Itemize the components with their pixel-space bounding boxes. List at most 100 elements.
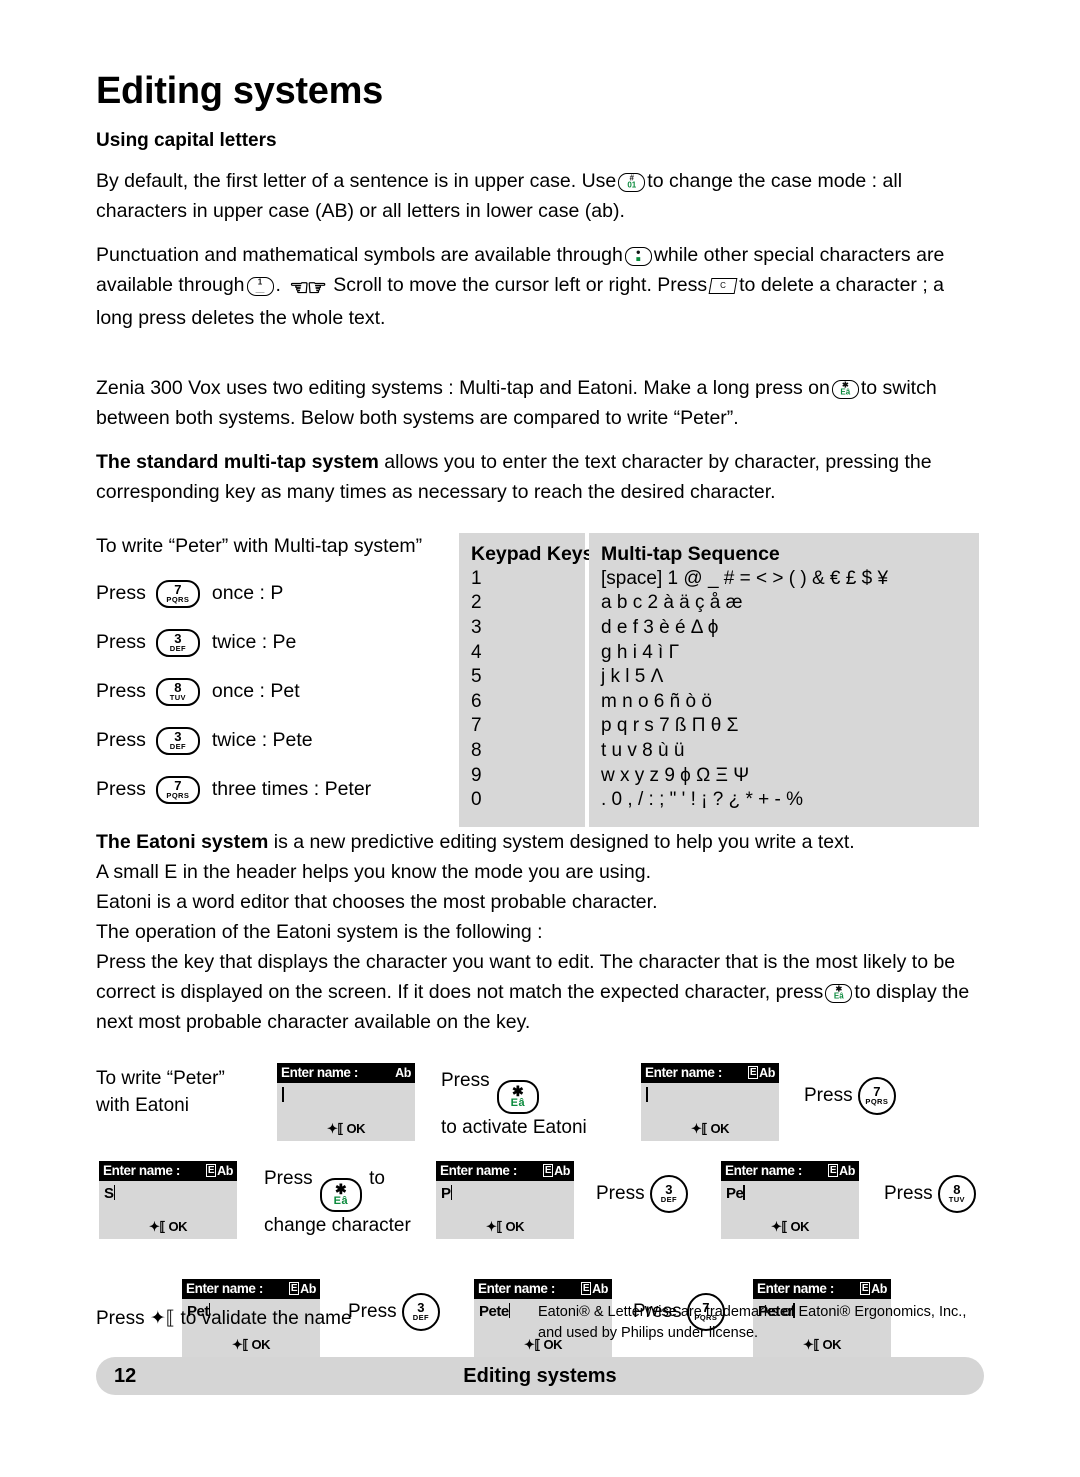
softkey-label: OK bbox=[710, 1120, 729, 1136]
eatoni-action-press-8: Press 8 TUV bbox=[884, 1174, 976, 1213]
section-subheading: Using capital letters bbox=[96, 129, 277, 151]
eatoni-action-change-char: Press ✱ Eâ to change character bbox=[264, 1165, 444, 1240]
softkey-ok[interactable]: ✦⟦ OK bbox=[277, 1121, 415, 1137]
softkey-ok[interactable]: ✦⟦ OK bbox=[436, 1219, 574, 1235]
keypad-key-8[interactable]: 8 TUV bbox=[937, 1174, 976, 1213]
keypad-key-7[interactable]: 7 PQRS bbox=[155, 579, 200, 608]
softkey-ok[interactable]: ✦⟦ OK bbox=[641, 1121, 779, 1137]
eatoni-intro-line1: To write “Peter” bbox=[96, 1067, 225, 1089]
text-caret bbox=[282, 1086, 284, 1102]
footer-section-title: Editing systems bbox=[463, 1364, 617, 1387]
eatoni-glyph: Eâ bbox=[333, 1194, 349, 1207]
table-cell-key: 3 bbox=[471, 617, 482, 639]
multitap-step: Press 3 DEF twice : Pete bbox=[96, 726, 451, 755]
table-cell-sequence: . 0 , / : ; " ' ! ¡ ? ¿ * + - % bbox=[601, 789, 804, 811]
table-cell-sequence: p q r s 7 ß Π θ Σ bbox=[601, 715, 739, 737]
key-letters: PQRS bbox=[166, 790, 190, 800]
screen-body: ✦⟦ OK bbox=[641, 1083, 779, 1141]
screen-header: Enter name : E Ab bbox=[474, 1278, 612, 1299]
paragraph-word-editor: Eatoni is a word editor that chooses the… bbox=[96, 890, 658, 913]
press-label: Press bbox=[441, 1070, 490, 1092]
eatoni-glyph: Eâ bbox=[510, 1096, 526, 1109]
eatoni-badge: E bbox=[542, 1164, 554, 1178]
trademark-line1: Eatoni® & LetterWise are trademarks of E… bbox=[538, 1304, 967, 1320]
keypad-key-8[interactable]: 8 TUV bbox=[155, 677, 200, 706]
star-eatoni-key-button[interactable]: ✱ Eâ bbox=[319, 1178, 362, 1213]
table-cell-key: 8 bbox=[471, 740, 482, 762]
typed-value: Pe bbox=[726, 1184, 744, 1202]
softkey-label: OK bbox=[251, 1336, 270, 1352]
screen-title: Enter name : bbox=[440, 1163, 517, 1179]
keypad-key-7[interactable]: 7 PQRS bbox=[155, 775, 200, 804]
paragraph-text: Scroll to move the cursor left or right.… bbox=[333, 273, 708, 296]
star-eatoni-key-inline-icon: ✱ Eâ bbox=[831, 379, 859, 399]
multitap-table: Keypad Keys 1 2 3 4 5 6 7 8 9 0 Multi-ta… bbox=[459, 532, 979, 827]
asterisk-glyph: ✱ bbox=[511, 1082, 524, 1099]
phone-screen: Enter name : E Ab Pe ✦⟦ OK bbox=[721, 1160, 859, 1239]
paragraph-text: Zenia 300 Vox uses two editing systems :… bbox=[96, 376, 830, 399]
table-cell-key: 4 bbox=[471, 641, 482, 663]
screen-title: Enter name : bbox=[478, 1281, 555, 1297]
press-label: Press bbox=[96, 582, 146, 605]
keypad-key-3[interactable]: 3 DEF bbox=[155, 628, 200, 657]
mode-indicator: Ab bbox=[395, 1066, 411, 1080]
eatoni-intro: To write “Peter” with Eatoni bbox=[96, 1065, 276, 1119]
paragraph-punctuation: Punctuation and mathematical symbols are… bbox=[96, 240, 984, 333]
table-cell-key: 1 bbox=[471, 567, 482, 589]
phone-screen: Enter name : E Ab P ✦⟦ OK bbox=[436, 1160, 574, 1239]
paragraph-capital-letters: By default, the first letter of a senten… bbox=[96, 166, 984, 226]
table-cell-sequence: w x y z 9 ϕ Ω Ξ Ψ bbox=[601, 764, 750, 786]
softkey-ok[interactable]: ✦⟦ OK bbox=[99, 1219, 237, 1235]
trademark-note: Eatoni® & LetterWise are trademarks of E… bbox=[538, 1302, 988, 1344]
typed-value: S bbox=[104, 1184, 114, 1202]
screen-title: Enter name : bbox=[281, 1065, 358, 1081]
key-letters: TUV bbox=[948, 1194, 965, 1204]
table-cell-sequence: a b c 2 à ä ç å æ bbox=[601, 592, 743, 614]
press-label: Press bbox=[96, 1308, 145, 1329]
paragraph-standard-multitap: The standard multi-tap system allows you… bbox=[96, 447, 984, 507]
screen-header: Enter name : E Ab bbox=[436, 1160, 574, 1181]
case-mode-label: Ab bbox=[759, 1065, 775, 1080]
softkey-label: OK bbox=[790, 1218, 809, 1234]
phone-screen: Enter name : E Ab ✦⟦ OK bbox=[641, 1062, 779, 1141]
case-mode-label: Ab bbox=[592, 1281, 608, 1296]
softkey-label: OK bbox=[346, 1120, 365, 1136]
key-letters: DEF bbox=[412, 1312, 429, 1322]
eatoni-badge: E bbox=[859, 1282, 871, 1296]
press-label: Press bbox=[596, 1183, 645, 1205]
press-label: Press bbox=[96, 729, 146, 752]
eatoni-action-press-3: Press 3 DEF bbox=[596, 1174, 688, 1213]
mode-indicator: E Ab bbox=[747, 1065, 775, 1080]
screen-header: Enter name : E Ab bbox=[721, 1160, 859, 1181]
screen-body: ✦⟦ OK bbox=[277, 1083, 415, 1141]
star-eatoni-key-button[interactable]: ✱ Eâ bbox=[496, 1080, 539, 1115]
trademark-line2: and used by Philips under license. bbox=[538, 1325, 759, 1341]
keypad-key-3[interactable]: 3 DEF bbox=[649, 1174, 688, 1213]
action-caption: change character bbox=[264, 1215, 411, 1237]
case-mode-key-icon: #01 bbox=[618, 172, 646, 192]
mode-indicator: E Ab bbox=[580, 1281, 608, 1296]
mode-indicator: E Ab bbox=[859, 1282, 887, 1296]
softkey-ok[interactable]: ✦⟦ OK bbox=[721, 1219, 859, 1235]
page-title: Editing systems bbox=[96, 70, 383, 112]
case-mode-label: Ab bbox=[300, 1281, 316, 1296]
keypad-key-7[interactable]: 7 PQRS bbox=[857, 1076, 896, 1115]
screen-body: Pe ✦⟦ OK bbox=[721, 1181, 859, 1239]
eatoni-action-activate: Press ✱ Eâ to activate Eatoni bbox=[441, 1067, 631, 1142]
paragraph-text: . bbox=[275, 273, 281, 296]
action-caption: to activate Eatoni bbox=[441, 1117, 587, 1139]
softkey-ok[interactable]: ✦⟦ OK bbox=[182, 1337, 320, 1353]
keypad-key-3[interactable]: 3 DEF bbox=[401, 1292, 440, 1331]
softkey-label: OK bbox=[505, 1218, 524, 1234]
case-mode-label: Ab bbox=[554, 1163, 570, 1178]
table-cell-key: 5 bbox=[471, 666, 482, 688]
asterisk-glyph: ✱ bbox=[334, 1180, 347, 1197]
keypad-key-3[interactable]: 3 DEF bbox=[155, 726, 200, 755]
column-header: Multi-tap Sequence bbox=[601, 542, 780, 565]
scroll-left-right-icon: ☜☞ bbox=[289, 274, 326, 300]
key-1-icon: 1 __ bbox=[246, 276, 274, 296]
eatoni-badge: E bbox=[827, 1164, 839, 1178]
table-column-keypad-keys: Keypad Keys 1 2 3 4 5 6 7 8 9 0 bbox=[459, 532, 593, 827]
table-cell-key: 6 bbox=[471, 690, 482, 712]
step-result: once : Pet bbox=[211, 680, 300, 703]
